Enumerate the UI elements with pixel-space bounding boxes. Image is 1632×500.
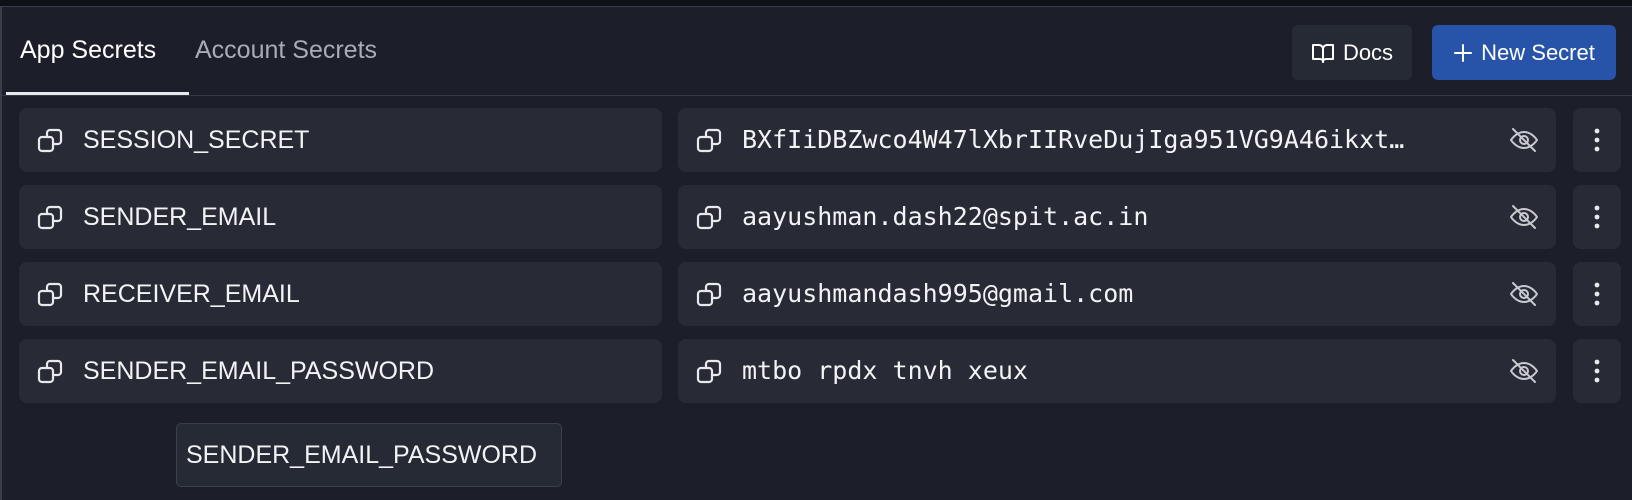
- secret-value-field[interactable]: aayushman.dash22@spit.ac.in: [678, 185, 1556, 249]
- more-vertical-icon: [1594, 359, 1600, 383]
- secret-menu-button[interactable]: [1573, 108, 1621, 172]
- docs-label: Docs: [1342, 39, 1394, 65]
- new-secret-label: New Secret: [1481, 39, 1595, 65]
- secret-menu-button[interactable]: [1573, 185, 1621, 249]
- secret-name-field[interactable]: RECEIVER_EMAIL: [19, 262, 662, 326]
- copy-icon[interactable]: [37, 358, 65, 386]
- tooltip: SENDER_EMAIL_PASSWORD: [176, 423, 562, 487]
- new-secret-button[interactable]: New Secret: [1432, 25, 1616, 80]
- copy-icon[interactable]: [696, 358, 724, 386]
- tab-account-secrets[interactable]: Account Secrets: [195, 7, 377, 95]
- secret-menu-button[interactable]: [1573, 262, 1621, 326]
- secret-value-text: aayushman.dash22@spit.ac.in: [742, 202, 1149, 231]
- copy-icon[interactable]: [37, 204, 65, 232]
- secret-value-field[interactable]: mtbo rpdx tnvh xeux: [678, 339, 1556, 403]
- copy-icon[interactable]: [696, 281, 724, 309]
- secret-name-text: SENDER_EMAIL_PASSWORD: [83, 357, 435, 385]
- secret-name-field[interactable]: SESSION_SECRET: [19, 108, 662, 172]
- secret-name-field[interactable]: SENDER_EMAIL_PASSWORD: [19, 339, 662, 403]
- secret-value-field[interactable]: BXfIiDBZwco4W47lXbrIIRveDujIga951VG9A46i…: [678, 108, 1556, 172]
- tab-app-secrets[interactable]: App Secrets: [20, 7, 156, 95]
- plus-icon: [1454, 43, 1473, 62]
- secret-name-field[interactable]: SENDER_EMAIL: [19, 185, 662, 249]
- secret-name-text: SENDER_EMAIL: [83, 203, 277, 231]
- secrets-panel: App Secrets Account Secrets Docs New Sec…: [0, 6, 1632, 500]
- eye-off-icon[interactable]: [1508, 355, 1540, 387]
- secret-value-text: mtbo rpdx tnvh xeux: [742, 356, 1028, 385]
- docs-button[interactable]: Docs: [1292, 25, 1412, 80]
- copy-icon[interactable]: [696, 127, 724, 155]
- more-vertical-icon: [1594, 282, 1600, 306]
- secret-value-text: aayushmandash995@gmail.com: [742, 279, 1134, 308]
- secret-name-text: SESSION_SECRET: [83, 126, 310, 154]
- book-open-icon: [1311, 43, 1334, 63]
- more-vertical-icon: [1594, 205, 1600, 229]
- secret-name-text: RECEIVER_EMAIL: [83, 280, 300, 308]
- copy-icon[interactable]: [37, 127, 65, 155]
- copy-icon[interactable]: [696, 204, 724, 232]
- more-vertical-icon: [1594, 128, 1600, 152]
- secrets-header: App Secrets Account Secrets Docs New Sec…: [2, 7, 1632, 96]
- secret-value-text: BXfIiDBZwco4W47lXbrIIRveDujIga951VG9A46i…: [742, 125, 1405, 154]
- secret-menu-button[interactable]: [1573, 339, 1621, 403]
- eye-off-icon[interactable]: [1508, 278, 1540, 310]
- copy-icon[interactable]: [37, 281, 65, 309]
- active-tab-indicator: [6, 92, 189, 95]
- secret-value-field[interactable]: aayushmandash995@gmail.com: [678, 262, 1556, 326]
- eye-off-icon[interactable]: [1508, 124, 1540, 156]
- eye-off-icon[interactable]: [1508, 201, 1540, 233]
